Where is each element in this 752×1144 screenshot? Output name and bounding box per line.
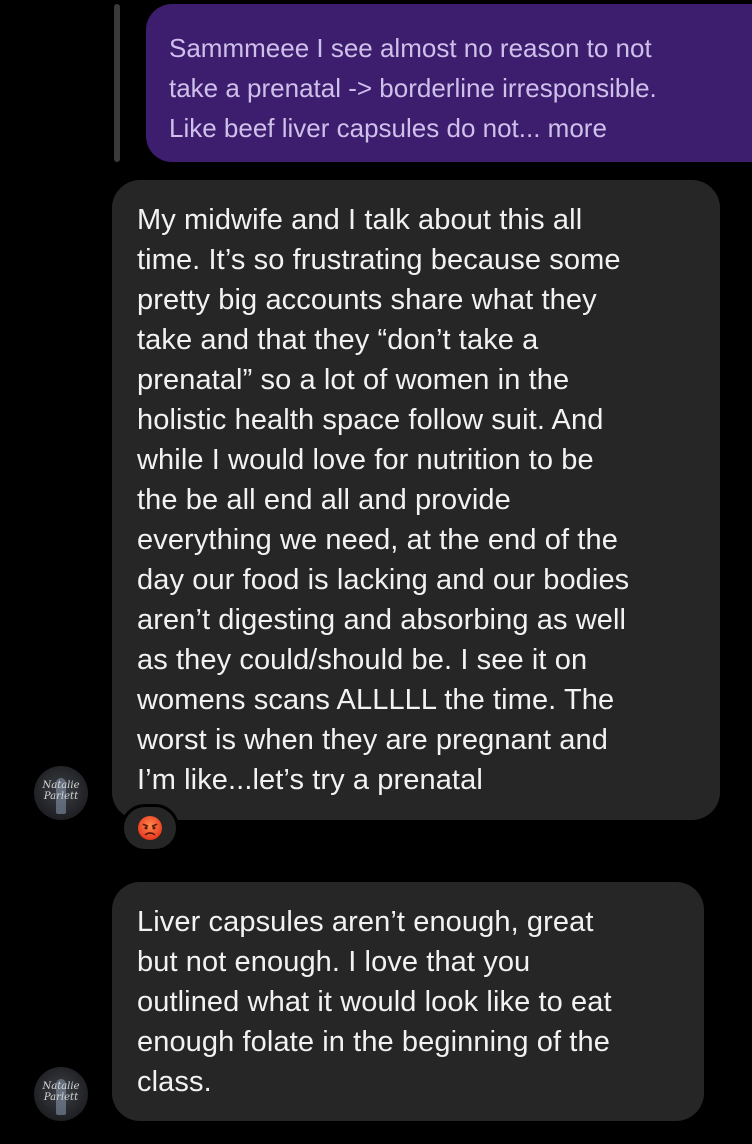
quoted-message-text: Sammmeee I see almost no reason to not t… — [169, 33, 657, 143]
quoted-message-bubble[interactable]: Sammmeee I see almost no reason to not t… — [146, 4, 752, 162]
incoming-message-bubble[interactable]: My midwife and I talk about this all tim… — [112, 180, 720, 820]
avatar-name-logo: Natalie Parlett — [42, 1081, 80, 1103]
message-text: My midwife and I talk about this all tim… — [137, 204, 630, 796]
incoming-message-bubble[interactable]: Liver capsules aren’t enough, great but … — [112, 882, 704, 1121]
sender-avatar[interactable]: Natalie Parlett — [34, 766, 88, 820]
message-text: Liver capsules aren’t enough, great but … — [137, 906, 612, 1098]
sender-avatar[interactable]: Natalie Parlett — [34, 1067, 88, 1121]
reply-indicator-bar — [114, 4, 120, 162]
avatar-name-logo: Natalie Parlett — [42, 780, 80, 802]
angry-face-emoji-icon — [138, 816, 162, 840]
message-reaction[interactable] — [121, 804, 179, 852]
